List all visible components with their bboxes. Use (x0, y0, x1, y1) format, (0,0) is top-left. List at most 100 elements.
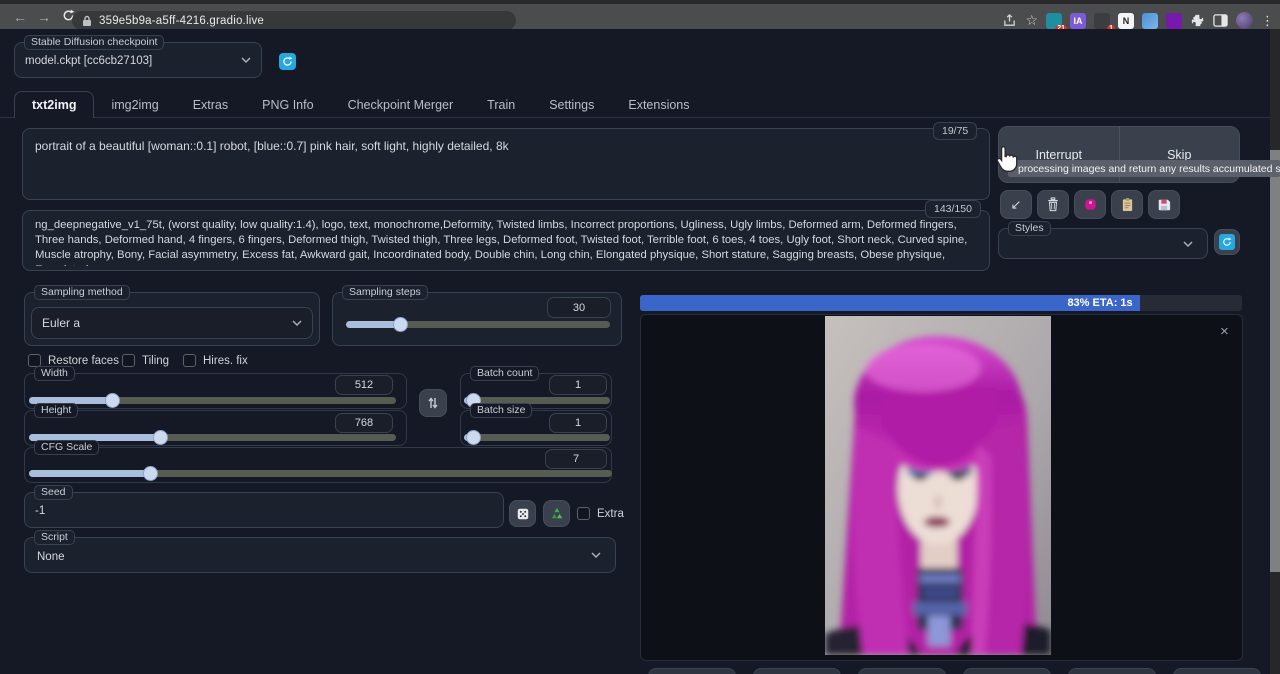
tab-png-info[interactable]: PNG Info (245, 92, 330, 118)
checkpoint-refresh-button[interactable] (279, 53, 296, 70)
checkpoint-label: Stable Diffusion checkpoint (24, 35, 164, 50)
sampling-method-block: Sampling method Euler a (24, 292, 320, 346)
batch-count-input[interactable]: 1 (549, 375, 607, 395)
slider-handle[interactable] (393, 317, 408, 332)
chevron-down-icon (241, 57, 251, 67)
extension-icon-1[interactable]: 21 (1046, 13, 1062, 29)
cfg-scale-slider[interactable] (29, 470, 612, 477)
tab-extensions[interactable]: Extensions (611, 92, 706, 118)
tab-checkpoint-merger[interactable]: Checkpoint Merger (331, 92, 471, 118)
extension-icon-2[interactable]: 1 (1094, 13, 1110, 29)
extension-icon-ia[interactable]: IA (1070, 13, 1086, 29)
styles-refresh-button[interactable] (1214, 229, 1240, 255)
negative-prompt-input[interactable] (35, 218, 979, 266)
save-style-button[interactable] (1148, 190, 1180, 219)
seed-block: Seed -1 (24, 492, 504, 528)
styles-label: Styles (1008, 221, 1051, 236)
bottom-action-button-2[interactable] (753, 668, 841, 674)
prompt-input[interactable] (35, 139, 975, 191)
trash-icon (1046, 197, 1060, 212)
extension-icon-notion[interactable]: N (1118, 13, 1134, 29)
swap-dimensions-button[interactable] (419, 389, 447, 417)
clear-prompt-button[interactable] (1037, 190, 1069, 219)
share-icon[interactable] (1002, 13, 1017, 28)
sidebar-icon[interactable] (1213, 13, 1228, 28)
batch-size-input[interactable]: 1 (549, 413, 607, 433)
slider-fill (29, 470, 151, 477)
back-icon[interactable]: ← (8, 9, 32, 25)
styles-palette-button[interactable] (1074, 190, 1106, 219)
apply-style-button[interactable] (1111, 190, 1143, 219)
negative-token-counter: 143/150 (925, 200, 981, 218)
palette-icon (1083, 197, 1098, 212)
tab-txt2img[interactable]: txt2img (14, 91, 94, 118)
refresh-icon (1219, 234, 1235, 250)
width-slider[interactable] (29, 397, 396, 404)
reuse-seed-button[interactable] (543, 500, 570, 527)
address-bar[interactable]: 359e5b9a-a5ff-4216.gradio.live (72, 11, 516, 30)
browser-menu-icon[interactable]: ⋮ (1261, 13, 1274, 29)
sampling-steps-input[interactable]: 30 (547, 297, 611, 318)
tab-settings[interactable]: Settings (532, 92, 611, 118)
extension-icon-3[interactable] (1142, 13, 1158, 29)
profile-avatar[interactable] (1236, 12, 1253, 29)
checkpoint-value: model.ckpt [cc6cb27103] (25, 55, 152, 67)
close-preview-icon[interactable]: × (1220, 323, 1229, 340)
bottom-action-button-5[interactable] (1068, 668, 1156, 674)
tiling-label: Tiling (142, 355, 169, 367)
mouse-cursor-hand (992, 143, 1022, 175)
checkbox-icon (577, 507, 590, 520)
tiling-checkbox[interactable]: Tiling (122, 354, 169, 367)
paste-params-button[interactable]: ↙ (1000, 190, 1032, 219)
bookmark-star-icon[interactable]: ☆ (1025, 12, 1038, 29)
scrollbar-thumb[interactable] (1270, 150, 1280, 572)
generated-image[interactable] (825, 316, 1051, 655)
script-value: None (37, 551, 65, 563)
script-label: Script (34, 530, 75, 545)
styles-dropdown[interactable]: Styles (998, 228, 1208, 259)
prompt-token-counter: 19/75 (933, 122, 977, 140)
sampling-method-label: Sampling method (34, 285, 130, 300)
bottom-action-button-6[interactable] (1173, 668, 1261, 674)
tab-img2img[interactable]: img2img (94, 92, 175, 118)
prompt-box (22, 128, 990, 200)
batch-count-label: Batch count (470, 366, 539, 381)
progress-fill: 83% ETA: 1s (640, 295, 1140, 311)
extra-label: Extra (597, 508, 624, 520)
bottom-action-button-1[interactable] (648, 668, 736, 674)
extra-seed-checkbox[interactable]: Extra (577, 507, 624, 520)
hires-fix-checkbox[interactable]: Hires. fix (183, 354, 248, 367)
main-tabs: txt2img img2img Extras PNG Info Checkpoi… (14, 90, 707, 118)
checkpoint-dropdown[interactable]: Stable Diffusion checkpoint model.ckpt [… (14, 42, 262, 78)
checkbox-icon (122, 354, 135, 367)
progress-bar: 83% ETA: 1s (640, 295, 1242, 311)
floppy-save-icon (1157, 198, 1171, 212)
sampling-steps-slider[interactable] (346, 321, 610, 328)
width-input[interactable]: 512 (335, 375, 393, 395)
cfg-scale-label: CFG Scale (34, 440, 99, 455)
sampling-method-dropdown[interactable]: Euler a (31, 307, 313, 339)
height-input[interactable]: 768 (335, 413, 393, 433)
random-seed-button[interactable] (509, 500, 536, 527)
batch-size-slider[interactable] (464, 434, 610, 441)
dice-icon (516, 507, 530, 521)
hires-fix-label: Hires. fix (203, 355, 248, 367)
chevron-down-icon[interactable] (591, 552, 601, 562)
extensions-puzzle-icon[interactable] (1190, 13, 1205, 28)
seed-input[interactable]: -1 (35, 505, 45, 517)
width-label: Width (34, 366, 75, 381)
refresh-icon (282, 56, 293, 67)
swap-arrows-icon (427, 396, 439, 410)
extension-icon-4[interactable] (1166, 13, 1182, 29)
lock-icon (82, 15, 92, 27)
tab-extras[interactable]: Extras (176, 92, 245, 118)
tab-train[interactable]: Train (470, 92, 532, 118)
bottom-action-button-4[interactable] (963, 668, 1051, 674)
bottom-action-button-3[interactable] (858, 668, 946, 674)
forward-icon[interactable]: → (32, 9, 56, 25)
cfg-scale-block: CFG Scale 7 (24, 447, 612, 483)
sampling-steps-label: Sampling steps (342, 285, 428, 300)
negative-prompt-box (22, 210, 990, 271)
seed-label: Seed (34, 485, 73, 500)
cfg-scale-input[interactable]: 7 (545, 449, 607, 469)
